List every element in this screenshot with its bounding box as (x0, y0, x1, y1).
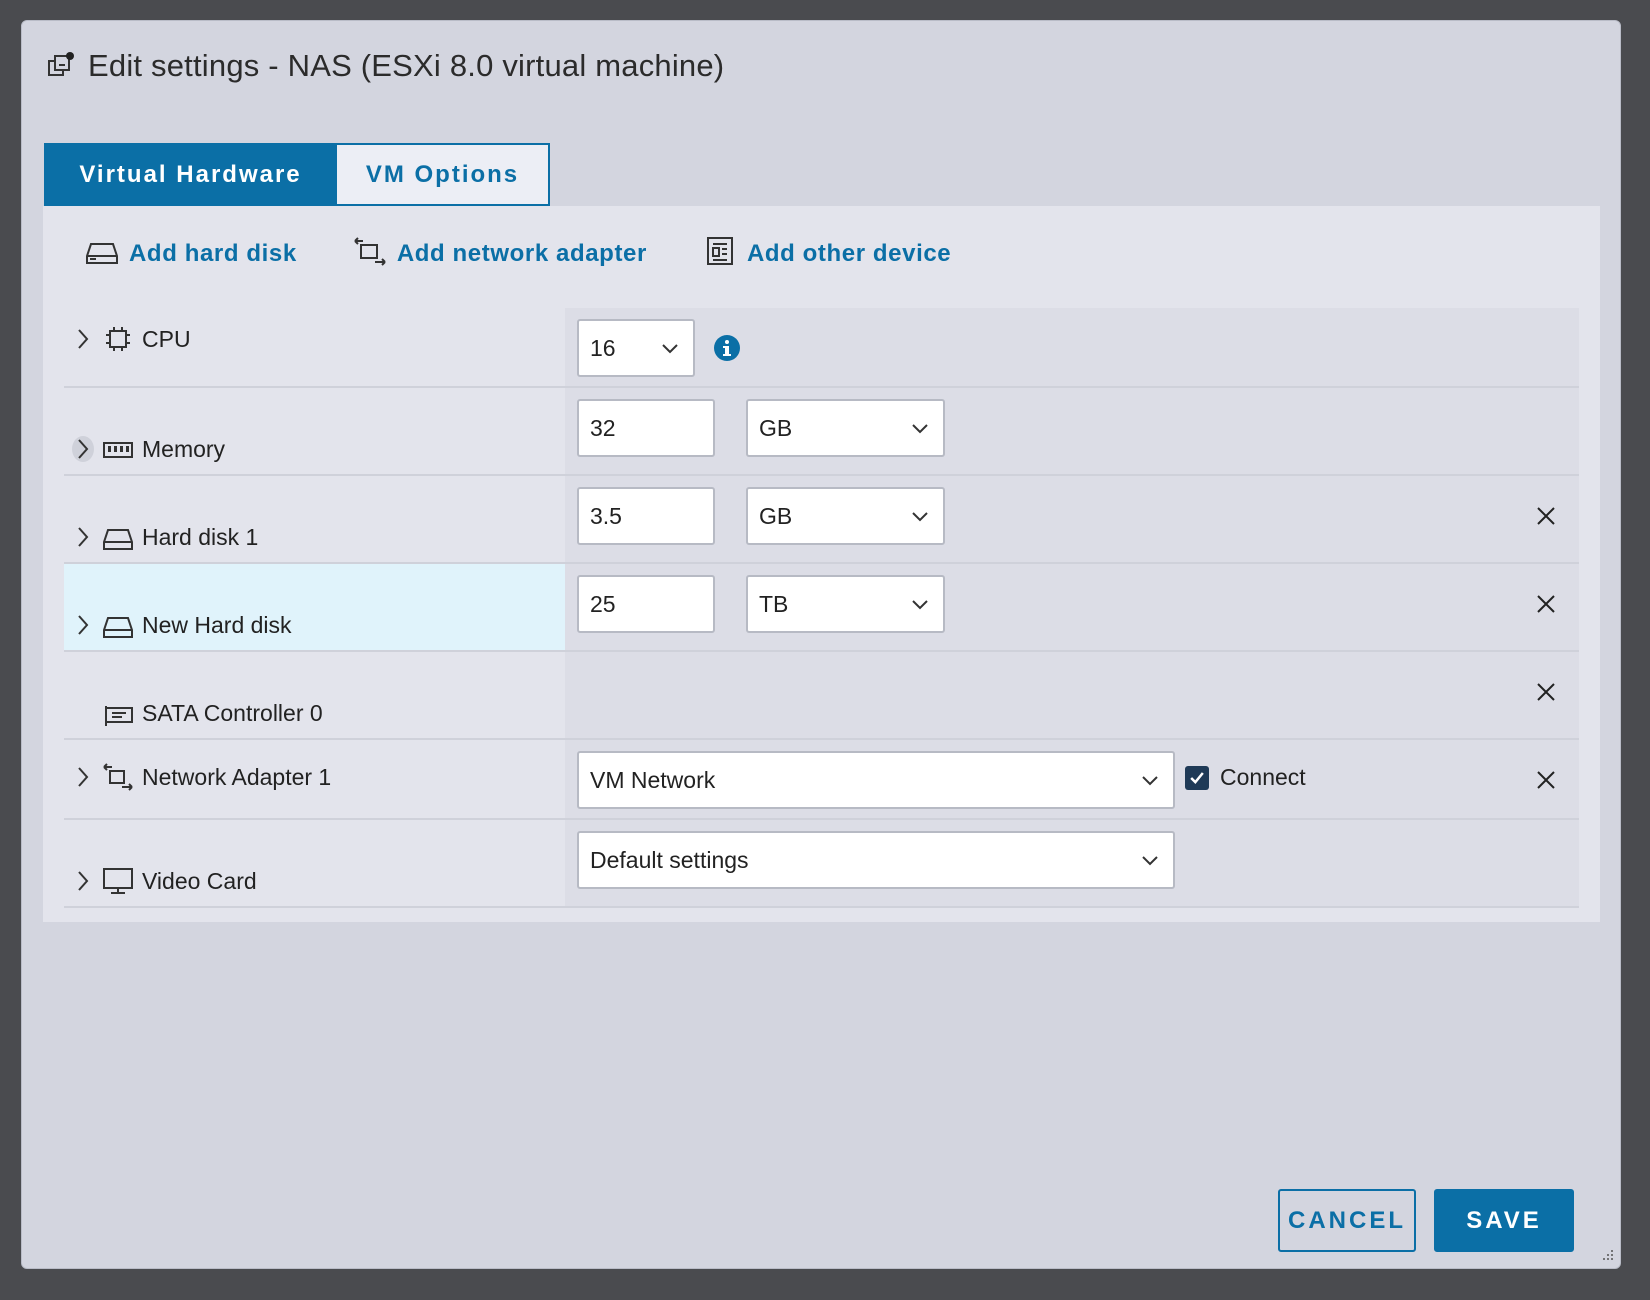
network-adapter-1-label: Network Adapter 1 (142, 763, 332, 790)
vm-settings-icon (46, 52, 74, 80)
new-hard-disk-unit-select[interactable]: TB (746, 575, 945, 633)
hardware-toolbar: Add hard disk Add network adapter Add ot… (85, 236, 1007, 272)
device-row-sata-controller: SATA Controller 0 (64, 652, 1579, 740)
chevron-right-icon[interactable] (72, 436, 94, 462)
connect-label: Connect (1220, 764, 1306, 790)
network-adapter-icon (353, 236, 387, 273)
info-icon[interactable] (713, 334, 741, 362)
device-row-new-hard-disk: New Hard disk 25 TB (64, 564, 1579, 652)
checkmark-icon (1190, 771, 1204, 784)
add-network-adapter-label: Add network adapter (396, 240, 647, 267)
device-row-hard-disk-1: Hard disk 1 3.5 GB (64, 476, 1579, 564)
chevron-right-icon[interactable] (72, 868, 94, 894)
tab-vm-options[interactable]: VM Options (337, 143, 550, 206)
add-other-device-button[interactable]: Add other device (703, 236, 951, 273)
hardware-device-grid: CPU 16 Memory 32 GB Hard disk 1 3.5 GB N… (64, 308, 1579, 908)
chevron-down-icon (912, 424, 928, 434)
chevron-down-icon (912, 512, 928, 522)
device-row-cpu: CPU 16 (64, 308, 1579, 388)
new-hard-disk-size-input[interactable]: 25 (577, 575, 715, 633)
tab-virtual-hardware[interactable]: Virtual Hardware (44, 143, 337, 206)
add-hard-disk-button[interactable]: Add hard disk (85, 236, 297, 273)
virtual-hardware-panel: Add hard disk Add network adapter Add ot… (43, 206, 1600, 922)
hard-disk-1-unit-select[interactable]: GB (746, 487, 945, 545)
memory-unit-select[interactable]: GB (746, 399, 945, 457)
device-row-memory: Memory 32 GB (64, 388, 1579, 476)
sata-controller-label: SATA Controller 0 (142, 699, 323, 726)
cpu-count-select[interactable]: 16 (577, 319, 695, 377)
add-hard-disk-label: Add hard disk (129, 240, 297, 267)
add-network-adapter-button[interactable]: Add network adapter (353, 236, 647, 273)
device-row-network-adapter-1: Network Adapter 1 VM Network Connect (64, 740, 1579, 820)
network-select[interactable]: VM Network (577, 751, 1175, 809)
other-device-icon (703, 236, 737, 273)
cpu-label: CPU (142, 325, 191, 352)
dialog-title-row: Edit settings - NAS (ESXi 8.0 virtual ma… (46, 45, 724, 87)
memory-icon (102, 434, 134, 464)
chevron-down-icon (912, 600, 928, 610)
video-card-label: Video Card (142, 867, 257, 894)
add-other-device-label: Add other device (746, 240, 952, 267)
memory-label: Memory (142, 435, 226, 462)
dialog-title: Edit settings - NAS (ESXi 8.0 virtual ma… (88, 48, 725, 83)
chevron-right-icon[interactable] (72, 764, 94, 790)
video-card-settings-select[interactable]: Default settings (577, 831, 1175, 889)
memory-size-input[interactable]: 32 (577, 399, 715, 457)
remove-network-adapter-icon[interactable] (1535, 769, 1557, 791)
remove-sata-controller-icon[interactable] (1535, 681, 1557, 703)
chevron-down-icon (1142, 776, 1158, 786)
hard-disk-icon (102, 522, 134, 552)
hard-disk-1-size-input[interactable]: 3.5 (577, 487, 715, 545)
cancel-button[interactable]: CANCEL (1278, 1189, 1416, 1252)
hard-disk-1-label: Hard disk 1 (142, 523, 259, 550)
chevron-down-icon (662, 344, 678, 354)
connect-checkbox[interactable] (1185, 765, 1209, 790)
network-adapter-icon (102, 762, 134, 792)
connect-checkbox-wrap: Connect (1185, 764, 1306, 791)
chevron-right-icon[interactable] (72, 326, 94, 352)
new-hard-disk-label: New Hard disk (142, 611, 292, 638)
edit-settings-dialog: Edit settings - NAS (ESXi 8.0 virtual ma… (21, 20, 1621, 1269)
save-button[interactable]: SAVE (1434, 1189, 1574, 1252)
chevron-right-icon[interactable] (72, 524, 94, 550)
monitor-icon (102, 866, 134, 896)
cpu-icon (102, 324, 134, 354)
device-row-video-card: Video Card Default settings (64, 820, 1579, 908)
resize-grip-icon[interactable] (1600, 1248, 1614, 1262)
chevron-right-icon[interactable] (72, 612, 94, 638)
remove-new-hard-disk-icon[interactable] (1535, 593, 1557, 615)
hard-disk-icon (102, 610, 134, 640)
tab-bar: Virtual Hardware VM Options (44, 143, 550, 206)
chevron-down-icon (1142, 856, 1158, 866)
remove-hard-disk-1-icon[interactable] (1535, 505, 1557, 527)
hard-disk-icon (85, 236, 119, 273)
controller-icon (102, 698, 134, 728)
